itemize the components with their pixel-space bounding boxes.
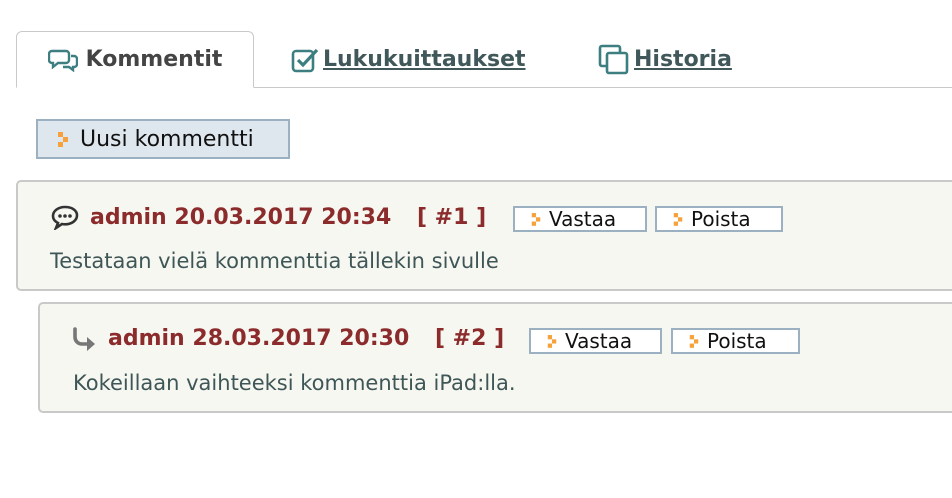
tab-history[interactable]: Historia	[598, 31, 732, 88]
speech-bubble-icon	[50, 204, 80, 230]
tab-bar: Kommentit Lukukuittaukset Historia	[0, 0, 952, 88]
comment-text: Testataan vielä kommenttia tällekin sivu…	[50, 249, 499, 273]
new-comment-label: Uusi kommentti	[80, 126, 254, 152]
arrow-marker-icon	[58, 132, 68, 147]
reply-arrow-icon	[72, 326, 98, 351]
reply-button[interactable]: Vastaa	[513, 206, 647, 232]
arrow-marker-icon	[673, 213, 683, 226]
arrow-marker-icon	[547, 335, 557, 348]
check-square-icon	[291, 47, 319, 73]
delete-label: Poista	[691, 207, 751, 231]
comment-item: admin 28.03.2017 20:30 [ #2 ] Vastaa Poi…	[38, 302, 952, 413]
copy-icon	[598, 44, 630, 76]
comments-icon	[47, 48, 78, 72]
tab-read-receipts-label: Lukukuittaukset	[323, 47, 526, 72]
comment-timestamp: 28.03.2017 20:30	[192, 326, 410, 351]
delete-button[interactable]: Poista	[671, 328, 800, 354]
new-comment-button[interactable]: Uusi kommentti	[36, 119, 290, 159]
reply-button[interactable]: Vastaa	[529, 328, 662, 354]
comment-number-link[interactable]: [ #1 ]	[417, 205, 486, 230]
comment-text: Kokeillaan vaihteeksi kommenttia iPad:ll…	[73, 371, 516, 395]
comment-item: admin 20.03.2017 20:34 [ #1 ] Vastaa Poi…	[16, 180, 952, 291]
comment-author: admin	[108, 326, 185, 351]
comment-meta: admin 20.03.2017 20:34 [ #1 ]	[90, 205, 486, 230]
arrow-marker-icon	[689, 335, 699, 348]
reply-label: Vastaa	[549, 207, 617, 231]
tab-read-receipts[interactable]: Lukukuittaukset	[291, 31, 526, 88]
comment-header: admin 20.03.2017 20:34 [ #1 ]	[50, 204, 486, 230]
comment-timestamp: 20.03.2017 20:34	[174, 204, 392, 230]
comment-number-link[interactable]: [ #2 ]	[435, 326, 504, 351]
comment-header: admin 28.03.2017 20:30 [ #2 ]	[72, 326, 504, 351]
comment-meta: admin 28.03.2017 20:30 [ #2 ]	[108, 326, 504, 351]
delete-label: Poista	[707, 329, 767, 353]
reply-label: Vastaa	[565, 329, 633, 353]
arrow-marker-icon	[531, 213, 541, 226]
tab-history-label: Historia	[634, 47, 732, 72]
delete-button[interactable]: Poista	[655, 206, 783, 232]
tab-comments-label: Kommentit	[85, 47, 223, 72]
tab-comments[interactable]: Kommentit	[16, 31, 254, 88]
comment-author: admin	[90, 204, 167, 230]
